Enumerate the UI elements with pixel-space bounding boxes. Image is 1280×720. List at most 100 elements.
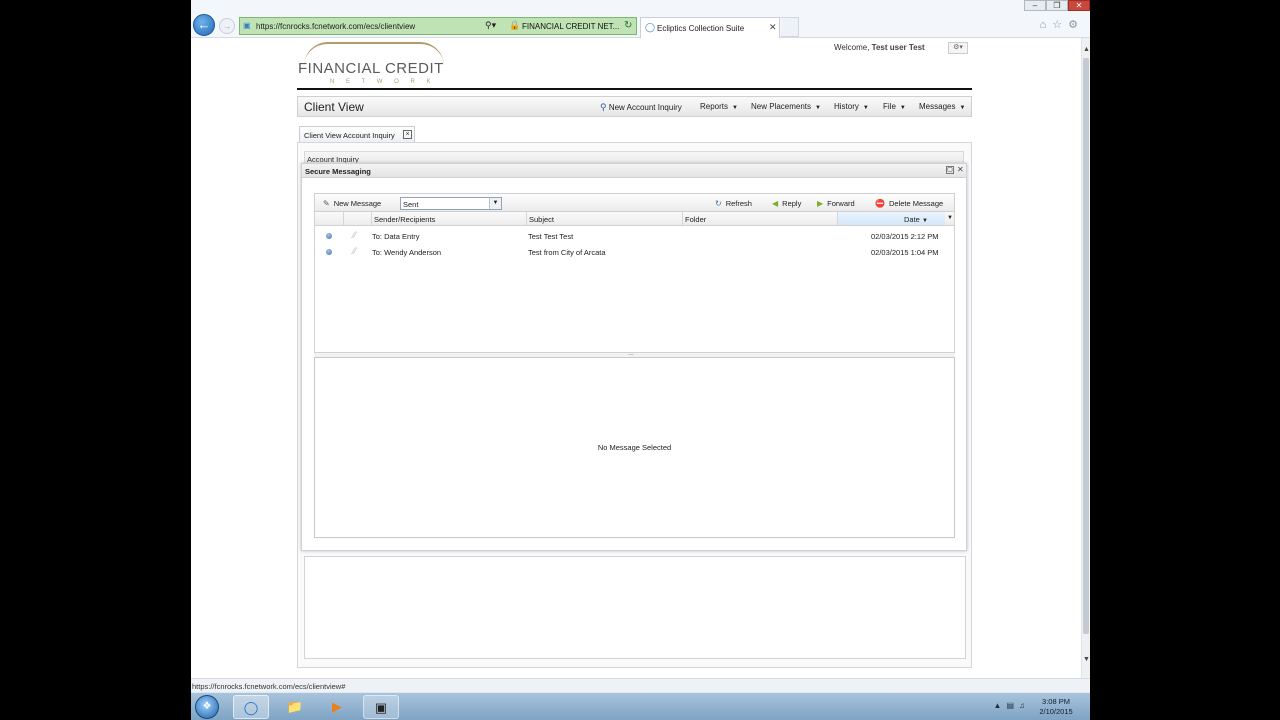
taskbar-folder-icon[interactable]: 📁	[277, 695, 313, 719]
scroll-up-icon[interactable]: ▲	[1083, 46, 1090, 53]
row-subject: Test Test Test	[528, 232, 574, 241]
pencil-icon: ✎	[323, 199, 330, 208]
new-message-button[interactable]: ✎ New Message	[323, 199, 381, 208]
reports-menu[interactable]: Reports ▼	[700, 102, 738, 111]
system-clock[interactable]: 3:08 PM 2/10/2015	[1032, 697, 1080, 717]
volume-icon[interactable]: ♫	[1019, 701, 1030, 710]
fcn-logo: FINANCIAL CREDIT N E T W O R K	[296, 42, 456, 88]
user-settings-button[interactable]: ⚙▾	[948, 42, 968, 54]
message-grid-header: Sender/Recipients Subject Folder Date ▼ …	[314, 212, 955, 226]
lock-icon[interactable]: 🔒	[509, 20, 520, 31]
forward-button[interactable]: ▶ Forward	[817, 199, 855, 208]
taskbar-media-player-icon[interactable]: ▶	[319, 695, 355, 719]
content-frame: Account Inquiry Secure Messaging ▢ ✕ ✎ Ne…	[297, 142, 972, 668]
row-date: 02/03/2015 2:12 PM	[871, 232, 939, 241]
column-divider	[682, 212, 683, 225]
reports-label: Reports	[700, 102, 729, 111]
welcome-prefix: Welcome,	[834, 43, 870, 52]
no-message-selected-text: No Message Selected	[597, 443, 672, 452]
favorites-star-icon[interactable]: ☆	[1052, 19, 1068, 31]
file-label: File	[883, 102, 896, 111]
refresh-button[interactable]: ↻ Refresh	[715, 199, 752, 208]
chevron-down-icon: ▼	[732, 105, 738, 111]
reply-arrow-icon: ◀	[772, 199, 779, 208]
screen: ← → ▣ https://fcnrocks.fcnetwork.com/ecs…	[191, 0, 1090, 720]
row-recipient: To: Data Entry	[372, 232, 420, 241]
browser-status-bar: https://fcnrocks.fcnetwork.com/ecs/clien…	[191, 678, 1090, 692]
messages-menu[interactable]: Messages ▼	[919, 102, 965, 111]
browser-tab-active[interactable]: ◯ Ecliptics Collection Suite ✕	[640, 17, 780, 38]
scroll-down-icon[interactable]: ▼	[1083, 656, 1090, 663]
column-divider	[837, 212, 838, 225]
system-tray: ▲▤♫	[994, 701, 1030, 710]
sort-desc-icon: ▼	[921, 218, 928, 224]
date-column-sorted	[837, 212, 945, 225]
scroll-thumb[interactable]	[1083, 58, 1089, 634]
address-bar[interactable]: ▣ https://fcnrocks.fcnetwork.com/ecs/cli…	[239, 17, 637, 35]
secure-messaging-header[interactable]: Secure Messaging ▢ ✕	[302, 164, 966, 178]
column-date[interactable]: Date ▼	[904, 215, 928, 224]
column-folder[interactable]: Folder	[685, 215, 706, 224]
folder-select[interactable]: Sent ▼	[400, 197, 502, 210]
gear-icon[interactable]: ⚙	[1068, 19, 1084, 31]
delete-message-button[interactable]: ⛔ Delete Message	[875, 199, 943, 208]
refresh-label: Refresh	[725, 199, 752, 208]
chevron-down-icon[interactable]: ▼	[489, 198, 501, 209]
close-icon[interactable]: ✕	[957, 165, 964, 174]
delete-message-label: Delete Message	[888, 199, 944, 208]
row-subject: Test from City of Arcata	[528, 248, 606, 257]
tray-arrow-icon[interactable]: ▲	[994, 701, 1007, 710]
lower-content-panel	[304, 556, 966, 659]
start-button[interactable]: ❖	[195, 695, 219, 719]
refresh-icon: ↻	[715, 199, 722, 208]
chevron-down-icon: ▼	[959, 105, 966, 111]
search-icon: ⚲	[600, 102, 607, 112]
new-account-inquiry-menu[interactable]: ⚲ New Account Inquiry	[600, 102, 682, 113]
welcome-text: Welcome, Test user Test	[834, 43, 925, 52]
column-menu-icon[interactable]: ▼	[945, 212, 955, 225]
windows-taskbar: ❖ ◯ 📁 ▶ ▣ ▲▤♫ 3:08 PM 2/10/2015	[191, 692, 1090, 720]
network-icon[interactable]: ▤	[1006, 701, 1019, 710]
tab-client-view-account-inquiry[interactable]: Client View Account Inquiry ×	[299, 126, 415, 142]
message-status-icon	[326, 233, 332, 239]
user-name: Test user Test	[871, 43, 925, 52]
page-scrollbar[interactable]: ▲ ▼	[1081, 38, 1090, 678]
table-row[interactable]: ⁄⁄ To: Data Entry Test Test Test 02/03/2…	[315, 228, 954, 244]
forward-button[interactable]: →	[219, 18, 235, 34]
forward-arrow-icon: ▶	[817, 199, 824, 208]
taskbar-app-icon[interactable]: ▣	[363, 695, 399, 719]
column-subject[interactable]: Subject	[529, 215, 554, 224]
attachment-icon: ⁄⁄	[353, 246, 357, 256]
browser-tools: ⌂☆⚙	[1040, 18, 1084, 31]
messages-label: Messages	[919, 102, 956, 111]
close-window-icon[interactable]: ✕	[1068, 0, 1090, 11]
new-placements-menu[interactable]: New Placements ▼	[751, 102, 821, 111]
home-icon[interactable]: ⌂	[1040, 19, 1053, 31]
chevron-down-icon: ▼	[899, 105, 906, 111]
new-tab-button[interactable]	[781, 17, 799, 37]
search-dropdown-icon[interactable]: ⚲▾	[485, 20, 496, 31]
maximize-icon[interactable]: ▢	[946, 166, 954, 174]
minimize-icon[interactable]: –	[1024, 0, 1046, 11]
maximize-icon[interactable]: ❐	[1046, 0, 1068, 11]
folder-select-value: Sent	[403, 200, 419, 209]
taskbar-ie-icon[interactable]: ◯	[233, 695, 269, 719]
main-toolbar: Client View ⚲ New Account Inquiry Report…	[297, 96, 972, 117]
close-icon[interactable]: ×	[403, 130, 412, 139]
reply-button[interactable]: ◀ Reply	[772, 199, 801, 208]
column-divider	[343, 212, 344, 225]
forward-label: Forward	[827, 199, 855, 208]
table-row[interactable]: ⁄⁄ To: Wendy Anderson Test from City of …	[315, 244, 954, 260]
close-tab-icon[interactable]: ✕	[769, 22, 777, 33]
certificate-label[interactable]: FINANCIAL CREDIT NET...	[522, 22, 619, 31]
history-menu[interactable]: History ▼	[834, 102, 869, 111]
chevron-down-icon: ▼	[815, 105, 821, 111]
row-date: 02/03/2015 1:04 PM	[871, 248, 939, 257]
back-button[interactable]: ←	[193, 14, 215, 36]
file-menu[interactable]: File ▼	[883, 102, 906, 111]
url-text: https://fcnrocks.fcnetwork.com/ecs/clien…	[256, 22, 416, 31]
secure-messaging-window: Secure Messaging ▢ ✕ ✎ New Message Sent ▼…	[301, 163, 967, 551]
column-sender[interactable]: Sender/Recipients	[374, 215, 435, 224]
refresh-page-icon[interactable]: ↻	[624, 20, 632, 31]
delete-icon: ⛔	[875, 199, 885, 208]
